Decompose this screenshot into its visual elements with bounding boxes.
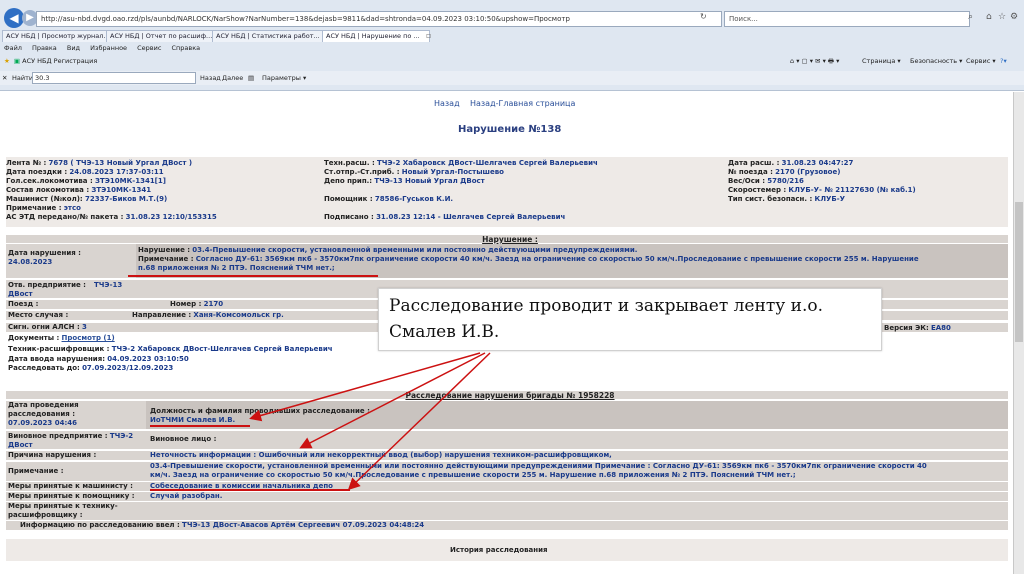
browser-chrome: ◀ ▶ http://asu-nbd.dvgd.oao.rzd/pls/aunb… (0, 0, 1024, 91)
close-find-icon[interactable]: ✕ (2, 71, 7, 85)
home-icon[interactable]: ⌂ (986, 12, 992, 22)
find-bar: ✕ Найти: 30.3 Назад Далее ▤ Параметры ▾ (0, 71, 1024, 85)
tab-4-active[interactable]: АСУ НБД | Нарушение по ... (322, 30, 430, 42)
find-next-button[interactable]: Далее (222, 71, 243, 85)
tab-3[interactable]: АСУ НБД | Статистика работ... (212, 30, 324, 42)
page-icon: ▣ (13, 57, 21, 65)
security-menu[interactable]: Безопасность ▾ (910, 55, 962, 67)
menu-bar: Файл Правка Вид Избранное Сервис Справка (0, 44, 1024, 54)
find-input[interactable]: 30.3 (32, 72, 196, 84)
favorites-star-icon[interactable]: ★ (4, 57, 10, 65)
menu-favorites[interactable]: Избранное (90, 44, 127, 52)
page-content: Назад Назад-Главная страница Нарушение №… (0, 91, 1024, 574)
favorites-star-icon[interactable]: ☆ (998, 12, 1006, 22)
favorites-bar: ★ ▣ АСУ НБД Регистрация ⌂ ▾ ▢ ▾ ✉ ▾ 🖶 ▾ … (0, 55, 1024, 67)
arrow-3 (347, 352, 491, 491)
menu-file[interactable]: Файл (4, 44, 22, 52)
new-tab-icon[interactable]: ▫ (426, 31, 431, 40)
menu-help[interactable]: Справка (172, 44, 201, 52)
callout-box: Расследование проводит и закрывает ленту… (378, 288, 882, 351)
tab-2[interactable]: АСУ НБД | Отчет по расшиф... (106, 30, 214, 42)
search-input[interactable]: Поиск... (724, 11, 970, 27)
find-options-icon[interactable]: ▤ (248, 71, 254, 85)
search-icon[interactable]: ⌕ (968, 12, 973, 22)
vertical-scrollbar[interactable] (1013, 92, 1024, 574)
favorite-link[interactable]: АСУ НБД Регистрация (22, 57, 97, 65)
scroll-thumb[interactable] (1015, 202, 1023, 342)
arrow-1 (249, 352, 481, 422)
find-prev-button[interactable]: Назад (200, 71, 221, 85)
refresh-icon[interactable]: ↻ (700, 12, 707, 21)
menu-edit[interactable]: Правка (32, 44, 57, 52)
settings-gear-icon[interactable]: ⚙ (1010, 12, 1018, 22)
back-arrow-icon[interactable]: ◀ (4, 8, 24, 28)
menu-view[interactable]: Вид (67, 44, 80, 52)
help-icon[interactable]: ?▾ (1000, 55, 1007, 67)
tab-1[interactable]: АСУ НБД | Просмотр журнал... (2, 30, 108, 42)
page-menu[interactable]: Страница ▾ (862, 55, 901, 67)
address-bar[interactable]: http://asu-nbd.dvgd.oao.rzd/pls/aunbd/NA… (36, 11, 722, 27)
tools-menu[interactable]: Сервис ▾ (966, 55, 996, 67)
find-options-button[interactable]: Параметры ▾ (262, 71, 306, 85)
toolbar-icons[interactable]: ⌂ ▾ ▢ ▾ ✉ ▾ 🖶 ▾ (790, 55, 839, 67)
menu-tools[interactable]: Сервис (137, 44, 161, 52)
arrow-2 (299, 352, 486, 449)
